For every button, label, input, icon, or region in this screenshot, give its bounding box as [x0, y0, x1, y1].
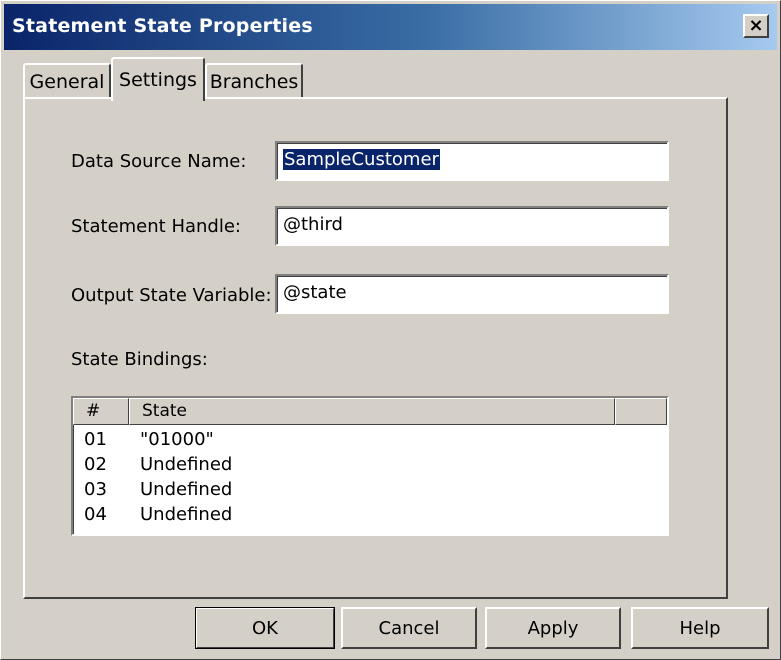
- data-source-value: SampleCustomer: [283, 149, 440, 170]
- statement-handle-value: @third: [283, 214, 343, 235]
- column-header-filler: [615, 398, 667, 425]
- row-number: 02: [84, 454, 107, 475]
- window-title: Statement State Properties: [12, 15, 313, 37]
- output-state-input[interactable]: @state: [275, 274, 669, 314]
- settings-panel: Data Source Name: SampleCustomer Stateme…: [23, 97, 728, 599]
- title-bar[interactable]: Statement State Properties ×: [4, 4, 777, 50]
- output-state-label: Output State Variable:: [71, 285, 272, 306]
- statement-handle-input[interactable]: @third: [275, 206, 669, 246]
- help-button[interactable]: Help: [631, 607, 769, 649]
- column-header-number[interactable]: #: [73, 398, 129, 425]
- table-row[interactable]: 02 Undefined: [73, 454, 667, 479]
- table-row[interactable]: 04 Undefined: [73, 504, 667, 529]
- tab-settings[interactable]: Settings: [111, 57, 205, 101]
- column-header-state[interactable]: State: [129, 398, 615, 425]
- tab-branches-label: Branches: [209, 71, 299, 93]
- tab-general[interactable]: General: [23, 63, 111, 99]
- state-bindings-label: State Bindings:: [71, 349, 208, 370]
- list-header: # State: [73, 398, 667, 425]
- apply-button[interactable]: Apply: [485, 607, 621, 649]
- row-number: 04: [84, 504, 107, 525]
- close-icon: ×: [748, 15, 764, 36]
- output-state-value: @state: [283, 282, 347, 303]
- state-bindings-list[interactable]: # State 01 "01000" 02 Undefined 03 Undef…: [71, 396, 669, 536]
- data-source-input[interactable]: SampleCustomer: [275, 141, 669, 181]
- row-number: 03: [84, 479, 107, 500]
- data-source-label: Data Source Name:: [71, 151, 247, 172]
- table-row[interactable]: 03 Undefined: [73, 479, 667, 504]
- row-number: 01: [84, 429, 107, 450]
- table-row[interactable]: 01 "01000": [73, 429, 667, 454]
- tab-general-label: General: [29, 71, 105, 93]
- close-button[interactable]: ×: [743, 14, 769, 38]
- properties-dialog: Statement State Properties × General Set…: [0, 0, 781, 660]
- row-state: "01000": [140, 429, 214, 450]
- row-state: Undefined: [140, 479, 233, 500]
- row-state: Undefined: [140, 454, 233, 475]
- tab-settings-label: Settings: [119, 69, 197, 91]
- statement-handle-label: Statement Handle:: [71, 216, 241, 237]
- cancel-button[interactable]: Cancel: [341, 607, 477, 649]
- tab-branches[interactable]: Branches: [205, 63, 303, 99]
- row-state: Undefined: [140, 504, 233, 525]
- ok-button[interactable]: OK: [195, 607, 335, 649]
